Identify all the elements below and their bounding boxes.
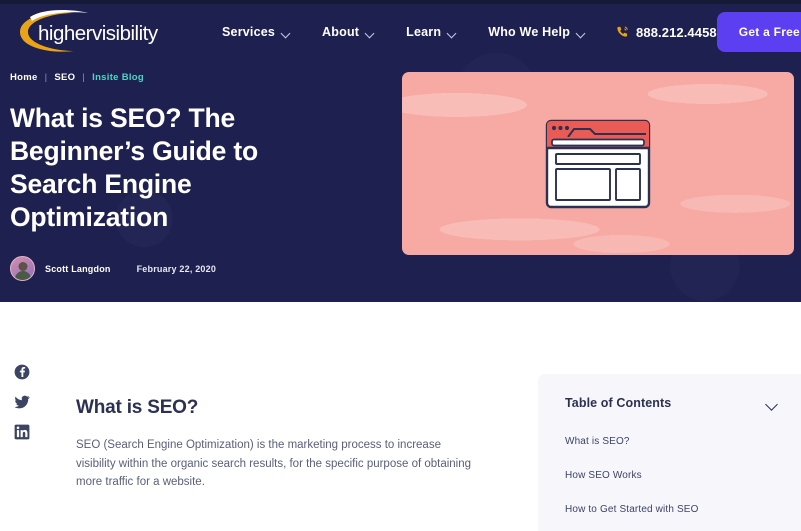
get-free-quote-button[interactable]: Get a Free Quote xyxy=(716,12,801,52)
chevron-down-icon xyxy=(766,400,777,407)
toc-toggle[interactable]: Table of Contents xyxy=(565,396,777,410)
hero-section: highervisibility Services About Learn Wh… xyxy=(0,4,801,302)
breadcrumb-item-insite-blog[interactable]: Insite Blog xyxy=(92,72,144,83)
hero-featured-image xyxy=(402,72,794,255)
article-body: What is SEO? SEO (Search Engine Optimiza… xyxy=(44,302,538,531)
breadcrumb-separator: | xyxy=(44,72,48,83)
linkedin-icon[interactable] xyxy=(14,424,30,440)
avatar xyxy=(10,256,35,281)
article-paragraph: SEO (Search Engine Optimization) is the … xyxy=(76,439,472,488)
nav-item-label: Learn xyxy=(406,25,442,39)
nav-item-learn[interactable]: Learn xyxy=(390,19,472,45)
twitter-icon[interactable] xyxy=(14,394,30,410)
chevron-down-icon xyxy=(282,30,290,35)
site-logo[interactable]: highervisibility xyxy=(10,9,178,55)
main-content: What is SEO? SEO (Search Engine Optimiza… xyxy=(0,302,801,531)
nav-item-label: Services xyxy=(222,25,276,39)
toc-item-how-seo-works[interactable]: How SEO Works xyxy=(565,470,777,481)
nav-item-services[interactable]: Services xyxy=(206,19,306,45)
page-title: What is SEO? The Beginner’s Guide to Sea… xyxy=(10,103,258,232)
browser-window-illustration xyxy=(545,119,651,208)
social-share-rail xyxy=(0,302,44,531)
toc-wrapper: Table of Contents What is SEO? How SEO W… xyxy=(538,302,801,531)
chevron-down-icon xyxy=(448,30,456,35)
table-of-contents-panel: Table of Contents What is SEO? How SEO W… xyxy=(538,374,801,531)
chevron-down-icon xyxy=(366,30,374,35)
section-heading: What is SEO? xyxy=(76,397,199,418)
toc-title: Table of Contents xyxy=(565,396,672,410)
hero-text-column: Home | SEO | Insite Blog What is SEO? Th… xyxy=(10,72,402,281)
breadcrumb-item-seo[interactable]: SEO xyxy=(54,72,75,83)
nav-links-group: Services About Learn Who We Help xyxy=(206,19,601,45)
phone-link[interactable]: 888.212.4458 xyxy=(615,25,717,40)
nav-item-who-we-help[interactable]: Who We Help xyxy=(472,19,601,45)
breadcrumb-separator: | xyxy=(82,72,86,83)
breadcrumb-item-home[interactable]: Home xyxy=(10,72,38,83)
main-navigation: highervisibility Services About Learn Wh… xyxy=(0,4,801,60)
phone-ringing-icon xyxy=(617,26,628,37)
swoosh-logo-icon: highervisibility xyxy=(20,10,159,52)
byline: Scott Langdon February 22, 2020 xyxy=(10,256,402,281)
nav-item-label: Who We Help xyxy=(488,25,571,39)
hero-body: Home | SEO | Insite Blog What is SEO? Th… xyxy=(0,60,801,281)
toc-item-how-to-get-started[interactable]: How to Get Started with SEO xyxy=(565,504,777,515)
nav-item-label: About xyxy=(322,25,360,39)
post-date: February 22, 2020 xyxy=(136,263,217,274)
toc-item-what-is-seo[interactable]: What is SEO? xyxy=(565,436,777,447)
nav-item-about[interactable]: About xyxy=(306,19,390,45)
breadcrumb: Home | SEO | Insite Blog xyxy=(10,72,402,83)
svg-text:highervisibility: highervisibility xyxy=(38,22,159,45)
facebook-icon[interactable] xyxy=(14,364,30,380)
author-name[interactable]: Scott Langdon xyxy=(45,264,111,274)
chevron-down-icon xyxy=(577,30,585,35)
phone-number: 888.212.4458 xyxy=(636,24,717,40)
